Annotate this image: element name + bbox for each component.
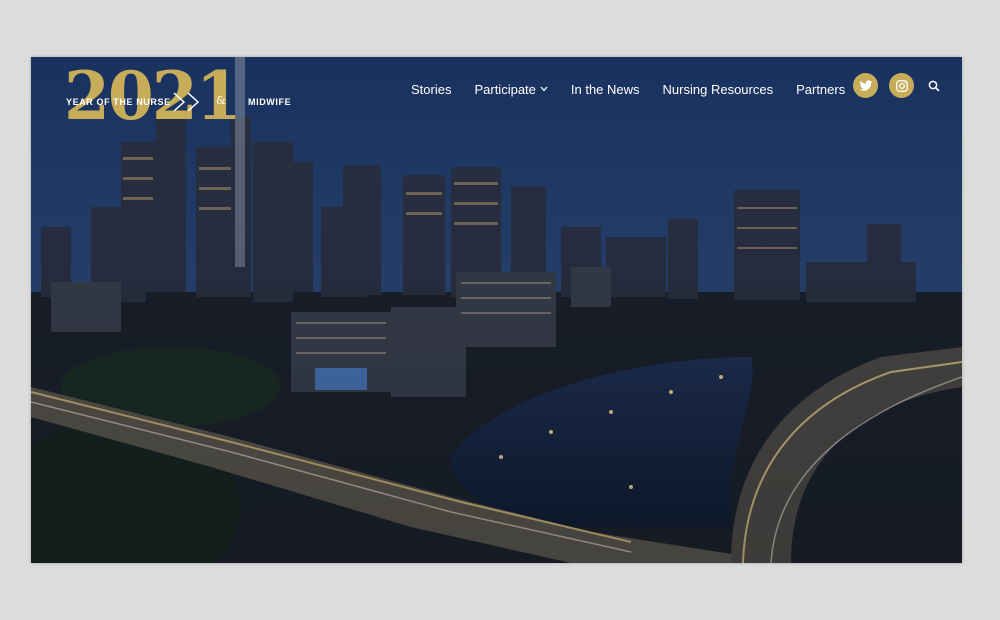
nav-item-label: Partners <box>796 81 846 97</box>
main-navigation: Stories Participate In the News Nursing … <box>411 78 868 100</box>
search-icon[interactable] <box>928 80 940 92</box>
nav-item-label: Nursing Resources <box>662 81 774 97</box>
nav-item-participate[interactable]: Participate <box>474 81 548 97</box>
nav-item-in-the-news[interactable]: In the News <box>571 82 640 97</box>
logo-tagline-right: MIDWIFE <box>248 97 292 107</box>
nav-item-stories[interactable]: Stories <box>411 82 451 97</box>
instagram-link[interactable] <box>889 73 914 98</box>
nav-item-label: In the News <box>570 81 640 97</box>
website-screenshot: 2021 YEAR OF THE NURSE & MIDWIFE Stories… <box>31 57 962 563</box>
nav-item-label: Stories <box>411 81 452 97</box>
nav-item-label: Participate <box>474 81 536 97</box>
logo-tagline-left: YEAR OF THE NURSE <box>66 97 171 107</box>
twitter-link[interactable] <box>853 73 878 98</box>
twitter-icon <box>859 79 872 91</box>
instagram-icon <box>895 79 908 92</box>
site-logo[interactable]: 2021 YEAR OF THE NURSE & MIDWIFE <box>64 63 292 135</box>
logo-ampersand: & <box>216 94 226 107</box>
social-links <box>853 73 925 98</box>
nav-item-partners[interactable]: Partners <box>796 82 845 97</box>
chevron-right-icon <box>173 92 200 112</box>
nav-item-nursing-resources[interactable]: Nursing Resources <box>663 82 774 97</box>
chevron-down-icon <box>540 84 548 94</box>
logo-year: 2021 <box>64 57 242 135</box>
